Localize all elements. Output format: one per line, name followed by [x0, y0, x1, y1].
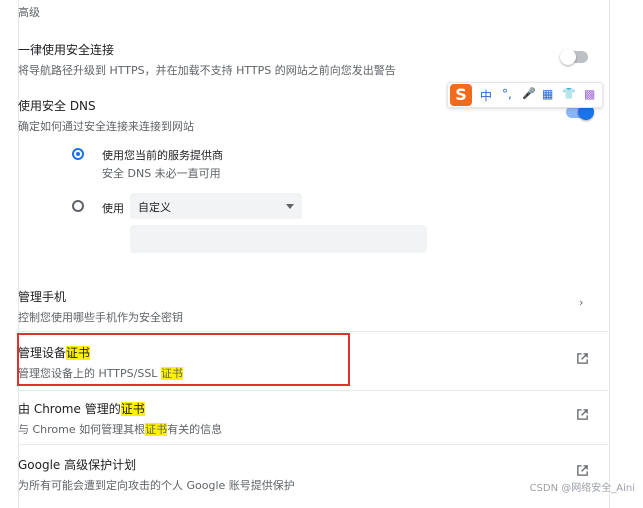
chevron-right-icon[interactable]: ›	[579, 296, 583, 309]
advanced-protection-title: Google 高级保护计划	[18, 458, 137, 472]
custom-provider-select[interactable]: 自定义	[130, 193, 302, 219]
annotation-box	[17, 333, 350, 386]
divider	[18, 444, 608, 445]
custom-dns-input[interactable]	[130, 225, 427, 253]
secure-connection-row[interactable]: 一律使用安全连接 将导航路径升级到 HTTPS，并在加载不支持 HTTPS 的网…	[18, 41, 578, 78]
secure-connection-subtitle: 将导航路径升级到 HTTPS，并在加载不支持 HTTPS 的网站之前向您发出警告	[18, 64, 396, 77]
search-highlight: 证书	[120, 402, 145, 416]
section-label: 高级	[18, 6, 40, 19]
custom-provider-select-value: 自定义	[138, 201, 171, 214]
chevron-down-icon	[286, 204, 294, 209]
search-highlight: 证书	[145, 423, 168, 436]
secure-connection-toggle[interactable]	[560, 49, 588, 65]
manage-phone-title: 管理手机	[18, 290, 67, 304]
ime-voice-icon[interactable]: 🎤	[522, 87, 536, 100]
chrome-certs-title: 由 Chrome 管理的证书	[18, 400, 578, 417]
advanced-protection-row[interactable]: Google 高级保护计划 为所有可能会遭到定向攻击的个人 Google 账号提…	[18, 456, 578, 493]
chrome-certs-subtitle: 与 Chrome 如何管理其根证书有关的信息	[18, 421, 578, 437]
secure-dns-subtitle: 确定如何通过安全连接来连接到网站	[18, 120, 194, 133]
chrome-certs-subtitle-text-end: 有关的信息	[167, 423, 223, 436]
divider	[18, 390, 608, 391]
manage-phone-row[interactable]: 管理手机 控制您使用哪些手机作为安全密钥	[18, 288, 578, 325]
radio-current-provider[interactable]	[72, 148, 84, 160]
watermark: CSDN @网络安全_Aini	[529, 483, 635, 494]
option-current-sub: 安全 DNS 未必一直可用	[102, 167, 221, 180]
external-link-icon[interactable]	[576, 408, 589, 421]
ime-toolbox-icon[interactable]: ▩	[584, 87, 595, 101]
option-custom-label: 使用	[102, 202, 124, 215]
option-current-label: 使用您当前的服务提供商	[102, 149, 223, 162]
secure-connection-title: 一律使用安全连接	[18, 43, 115, 57]
external-link-icon[interactable]	[576, 352, 589, 365]
ime-keyboard-icon[interactable]: ▦	[542, 87, 553, 101]
sogou-logo-icon[interactable]: S	[450, 84, 472, 106]
toggle-knob	[560, 49, 576, 65]
chrome-certs-subtitle-text: 与 Chrome 如何管理其根	[18, 423, 146, 436]
chrome-certs-title-text: 由 Chrome 管理的	[18, 402, 121, 416]
ime-skin-icon[interactable]: 👕	[562, 87, 576, 100]
ime-toolbar[interactable]: S 中 °, 🎤 ▦ 👕 ▩	[447, 82, 603, 108]
chrome-certs-row[interactable]: 由 Chrome 管理的证书 与 Chrome 如何管理其根证书有关的信息	[18, 400, 578, 437]
ime-punctuation-icon[interactable]: °,	[502, 87, 512, 101]
divider	[18, 331, 608, 332]
ime-chinese-mode-icon[interactable]: 中	[480, 87, 492, 104]
manage-phone-subtitle: 控制您使用哪些手机作为安全密钥	[18, 311, 183, 324]
advanced-protection-subtitle: 为所有可能会遭到定向攻击的个人 Google 账号提供保护	[18, 479, 295, 492]
external-link-icon[interactable]	[576, 464, 589, 477]
radio-custom-provider[interactable]	[72, 200, 84, 212]
